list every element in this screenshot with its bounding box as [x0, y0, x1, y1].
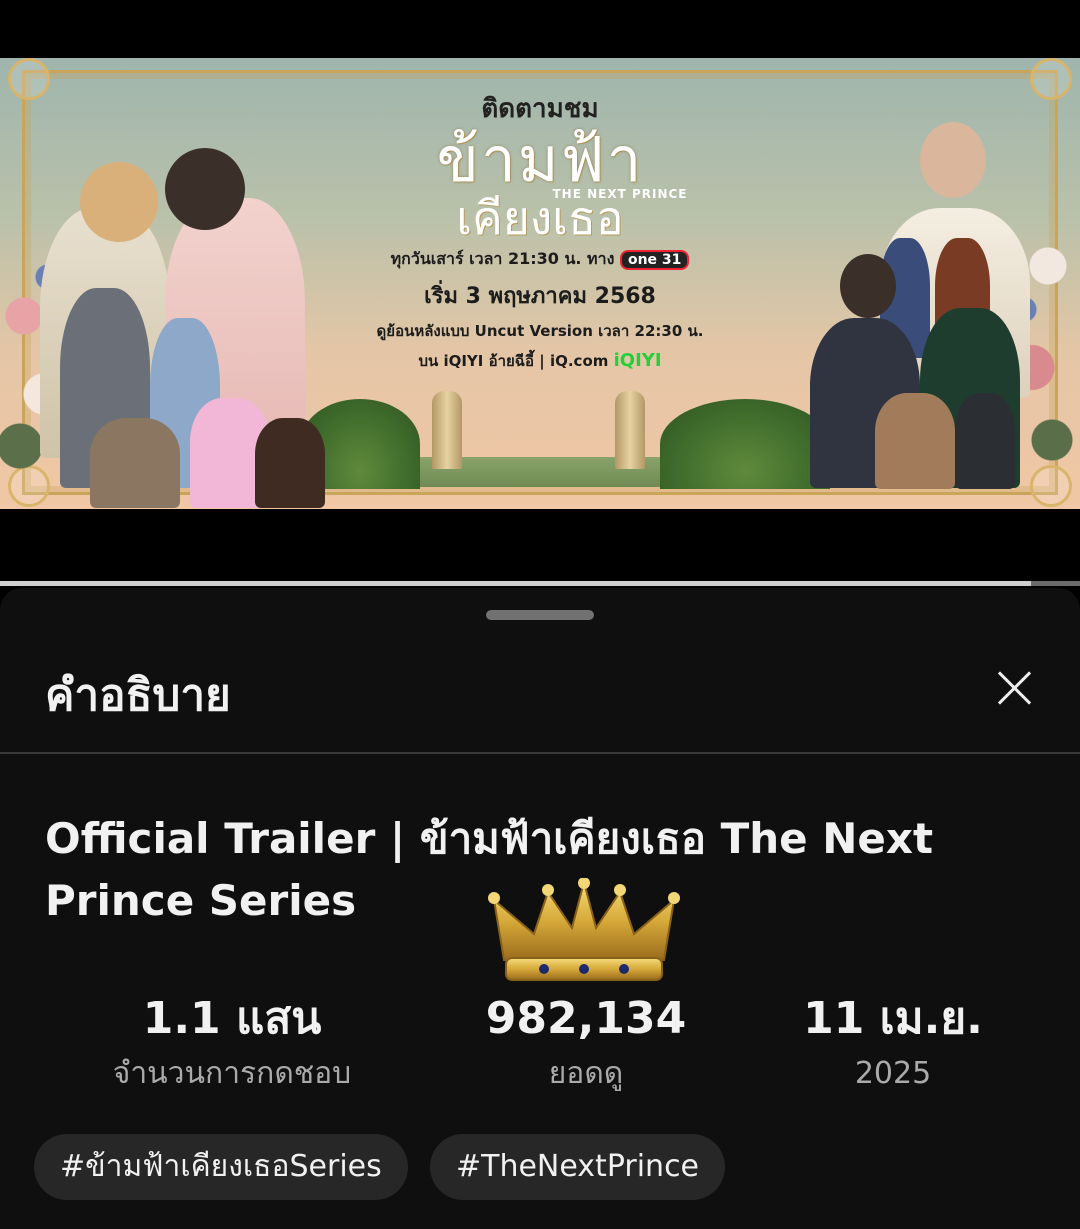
corner-ornament-icon [8, 58, 50, 100]
video-progress-fill [0, 581, 1032, 586]
video-player[interactable]: ติดตามชม ข้ามฟ้า THE NEXT PRINCE เคียงเธ… [0, 0, 1080, 586]
corner-ornament-icon [1030, 58, 1072, 100]
upload-date: 11 เม.ย. [803, 993, 983, 1044]
banner-schedule-text: ทุกวันเสาร์ เวลา 21:30 น. ทาง [390, 249, 615, 268]
cast-head [840, 254, 896, 318]
banner-text-block: ติดตามชม ข้ามฟ้า THE NEXT PRINCE เคียงเธ… [330, 88, 750, 373]
divider [0, 752, 1080, 754]
banner-title-line1: ข้ามฟ้า [436, 123, 644, 196]
banner-schedule: ทุกวันเสาร์ เวลา 21:30 น. ทาง one 31 [330, 247, 750, 272]
crown-icon [488, 878, 680, 981]
channel-logo-icon: one 31 [619, 250, 690, 270]
garden-pillar [432, 391, 462, 469]
date-stat: 11 เม.ย. 2025 [743, 990, 1043, 1100]
likes-label: จำนวนการกดชอบ [112, 1056, 352, 1091]
cast-head [165, 148, 245, 230]
cast-member [955, 393, 1015, 489]
sheet-drag-handle[interactable] [486, 610, 594, 620]
banner-platform-text: บน iQIYI อ้ายฉีอี้ | iQ.com [418, 352, 609, 370]
upload-year: 2025 [854, 1056, 932, 1091]
description-sheet: คำอธิบาย Official Trailer | ข้ามฟ้าเคียง… [0, 588, 1080, 1229]
banner-title-line2: เคียงเธอ [456, 191, 624, 245]
likes-stat: 1.1 แสน จำนวนการกดชอบ [82, 990, 382, 1100]
views-count: 982,134 [485, 993, 687, 1044]
cast-member [255, 418, 325, 508]
video-thumbnail-banner[interactable]: ติดตามชม ข้ามฟ้า THE NEXT PRINCE เคียงเธ… [0, 58, 1080, 509]
garden-pillar [615, 391, 645, 469]
sheet-title: คำอธิบาย [45, 670, 231, 721]
video-progress-bar[interactable] [0, 581, 1080, 586]
hedge-right [660, 399, 830, 489]
likes-count: 1.1 แสน [142, 993, 322, 1044]
cast-member [90, 418, 180, 508]
banner-uncut: ดูย้อนหลังแบบ Uncut Version เวลา 22:30 น… [376, 322, 704, 340]
cast-member [875, 393, 955, 489]
iqiyi-logo-icon: iQIYI [613, 350, 662, 371]
hashtag-chip[interactable]: #TheNextPrince [430, 1134, 726, 1200]
cast-head [80, 162, 158, 242]
close-icon[interactable] [986, 660, 1042, 716]
banner-start-date: เริ่ม 3 พฤษภาคม 2568 [424, 284, 656, 309]
views-label: ยอดดู [548, 1056, 624, 1091]
hashtag-chip[interactable]: #ข้ามฟ้าเคียงเธอSeries [34, 1134, 408, 1200]
views-stat: 982,134 ยอดดู [436, 990, 736, 1100]
banner-platform: บน iQIYI อ้ายฉีอี้ | iQ.com iQIYI [330, 349, 750, 373]
cast-head [920, 122, 986, 198]
